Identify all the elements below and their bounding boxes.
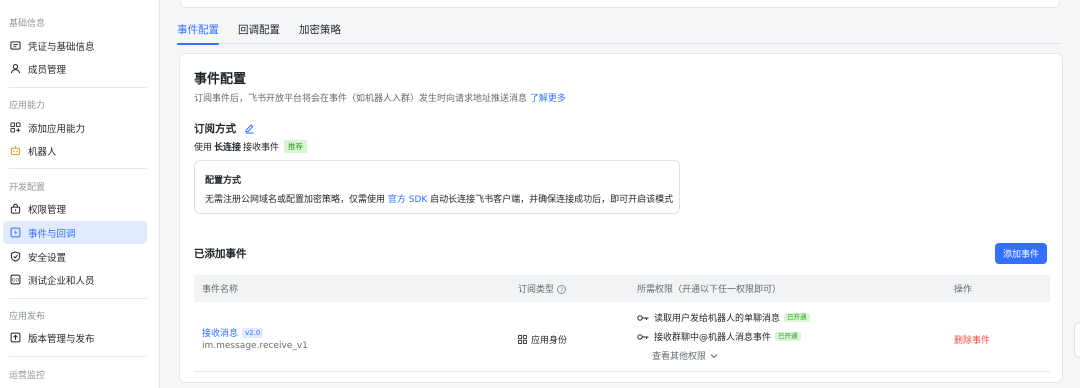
- use-mode: 长连接: [214, 143, 242, 153]
- sidebar-item-security[interactable]: 安全设置: [3, 245, 147, 268]
- event-name-link[interactable]: 接收消息 v2.0: [202, 326, 264, 339]
- sidebar-divider: [9, 298, 147, 299]
- table-header: 事件名称 订阅类型? 所需权限（开通以下任一权限即可） 操作: [194, 275, 1050, 302]
- view-more-label: 查看其他权限: [652, 352, 707, 362]
- sidebar-section-basic: 基础信息: [9, 19, 46, 29]
- sidebar-section-dev: 开发配置: [9, 183, 46, 193]
- permission-item: 读取用户发给机器人的单聊消息 已开通: [637, 311, 810, 324]
- upload-icon: [9, 332, 21, 344]
- sidebar-item-test[interactable]: GO 测试企业和人员: [3, 268, 147, 291]
- subscription-mode-value: 使用 长连接 接收事件 推荐: [194, 140, 308, 153]
- key-icon: [637, 333, 649, 340]
- sidebar-item-label: 事件与回调: [28, 228, 76, 240]
- config-desc-b: 启动长连接飞书客户端，并确保连接成功后，即可开启该模式: [430, 195, 674, 205]
- config-method-title: 配置方式: [205, 176, 242, 186]
- shield-icon: [9, 251, 21, 263]
- row-divider: [194, 371, 1050, 372]
- sidebar-divider: [9, 87, 147, 88]
- grid-plus-icon: [9, 122, 21, 134]
- sidebar-section-release: 应用发布: [9, 312, 46, 322]
- sidebar-section-monitor: 运营监控: [9, 371, 46, 381]
- permission-item: 接收群聊中@机器人消息事件 已开通: [637, 330, 801, 343]
- sidebar-item-label: 安全设置: [28, 252, 67, 264]
- subscription-type-label: 应用身份: [531, 336, 568, 346]
- permission-label: 接收群聊中@机器人消息事件: [654, 333, 772, 343]
- sidebar-item-label: 添加应用能力: [28, 123, 86, 135]
- sidebar-item-credentials[interactable]: 凭证与基础信息: [3, 34, 147, 57]
- sidebar-item-add-capability[interactable]: 添加应用能力: [3, 116, 147, 139]
- subscription-mode-label: 订阅方式: [194, 123, 236, 135]
- status-badge: 已开通: [784, 313, 810, 322]
- user-icon: [9, 63, 21, 75]
- version-badge: v2.0: [242, 327, 264, 338]
- tab-callback-config[interactable]: 回调配置: [238, 20, 280, 44]
- help-icon[interactable]: ?: [557, 285, 567, 294]
- sidebar-divider: [9, 168, 147, 169]
- learn-more-link[interactable]: 了解更多: [530, 94, 566, 104]
- sidebar: 基础信息 凭证与基础信息 成员管理 应用能力 添加应用能力 机器人 开发配置 权…: [0, 0, 160, 388]
- recommend-badge: 推荐: [284, 140, 308, 153]
- subscription-type: 应用身份: [518, 333, 567, 346]
- description-text: 订阅事件后，飞书开放平台将会在事件（如机器人入群）发生时向请求地址推送消息: [194, 94, 528, 104]
- col-sub-type-label: 订阅类型: [518, 285, 555, 295]
- side-panel-handle[interactable]: [1074, 322, 1080, 358]
- event-config-card: 事件配置 订阅事件后，飞书开放平台将会在事件（如机器人入群）发生时向请求地址推送…: [179, 53, 1063, 383]
- svg-text:GO: GO: [11, 277, 19, 283]
- event-icon: [9, 227, 21, 239]
- events-table: 事件名称 订阅类型? 所需权限（开通以下任一权限即可） 操作 接收消息 v2.0…: [194, 275, 1050, 372]
- sidebar-item-versions[interactable]: 版本管理与发布: [3, 326, 147, 349]
- subscription-mode-title: 订阅方式: [194, 121, 255, 136]
- config-method-desc: 无需注册公网域名或配置加密策略，仅需使用 官方 SDK 启动长连接飞书客户端，并…: [205, 192, 673, 205]
- app-grid-icon: [518, 335, 527, 344]
- sidebar-item-label: 测试企业和人员: [28, 275, 95, 287]
- edit-icon[interactable]: [244, 123, 255, 134]
- sidebar-item-label: 成员管理: [28, 64, 67, 76]
- col-actions: 操作: [954, 285, 973, 295]
- official-sdk-link[interactable]: 官方 SDK: [388, 195, 427, 205]
- test-icon: GO: [9, 274, 21, 286]
- add-event-button[interactable]: 添加事件: [994, 243, 1047, 264]
- id-card-icon: [9, 40, 21, 52]
- sidebar-item-label: 权限管理: [28, 204, 67, 216]
- lock-icon: [9, 203, 21, 215]
- chevron-down-icon: [710, 353, 718, 358]
- sidebar-item-members[interactable]: 成员管理: [3, 57, 147, 80]
- page-description: 订阅事件后，飞书开放平台将会在事件（如机器人入群）发生时向请求地址推送消息 了解…: [194, 91, 566, 104]
- config-method-box: 配置方式 无需注册公网域名或配置加密策略，仅需使用 官方 SDK 启动长连接飞书…: [194, 160, 680, 214]
- added-events-title: 已添加事件: [194, 248, 247, 260]
- sidebar-item-label: 版本管理与发布: [28, 333, 95, 345]
- event-name: 接收消息: [202, 329, 239, 339]
- status-badge: 已开通: [775, 332, 801, 341]
- sidebar-section-capability: 应用能力: [9, 101, 46, 111]
- sidebar-item-label: 机器人: [28, 146, 57, 158]
- config-desc-a: 无需注册公网域名或配置加密策略，仅需使用: [205, 195, 386, 205]
- col-sub-type: 订阅类型?: [518, 282, 567, 295]
- sidebar-item-events[interactable]: 事件与回调: [3, 221, 147, 244]
- tab-bar: 事件配置 回调配置 加密策略: [177, 20, 1062, 45]
- sidebar-item-permissions[interactable]: 权限管理: [3, 197, 147, 220]
- table-row: 接收消息 v2.0 im.message.receive_v1 应用身份 读取用…: [194, 302, 1050, 372]
- main-content: 事件配置 回调配置 加密策略 事件配置 订阅事件后，飞书开放平台将会在事件（如机…: [161, 0, 1080, 388]
- sidebar-divider: [9, 356, 147, 357]
- robot-icon: [9, 145, 21, 157]
- col-permissions: 所需权限（开通以下任一权限即可）: [637, 285, 782, 295]
- delete-event-button[interactable]: 删除事件: [954, 333, 990, 346]
- col-event-name: 事件名称: [202, 285, 239, 295]
- tab-encryption[interactable]: 加密策略: [299, 20, 341, 44]
- permission-label: 读取用户发给机器人的单聊消息: [654, 314, 781, 324]
- page-title: 事件配置: [194, 72, 247, 87]
- key-icon: [637, 314, 649, 321]
- use-prefix: 使用: [194, 143, 213, 153]
- sidebar-item-label: 凭证与基础信息: [28, 41, 95, 53]
- use-suffix: 接收事件: [243, 143, 280, 153]
- top-card: [180, 0, 1060, 8]
- view-more-permissions[interactable]: 查看其他权限: [652, 349, 718, 362]
- event-key: im.message.receive_v1: [202, 341, 308, 351]
- sidebar-item-robot[interactable]: 机器人: [3, 139, 147, 162]
- tab-event-config[interactable]: 事件配置: [177, 20, 219, 45]
